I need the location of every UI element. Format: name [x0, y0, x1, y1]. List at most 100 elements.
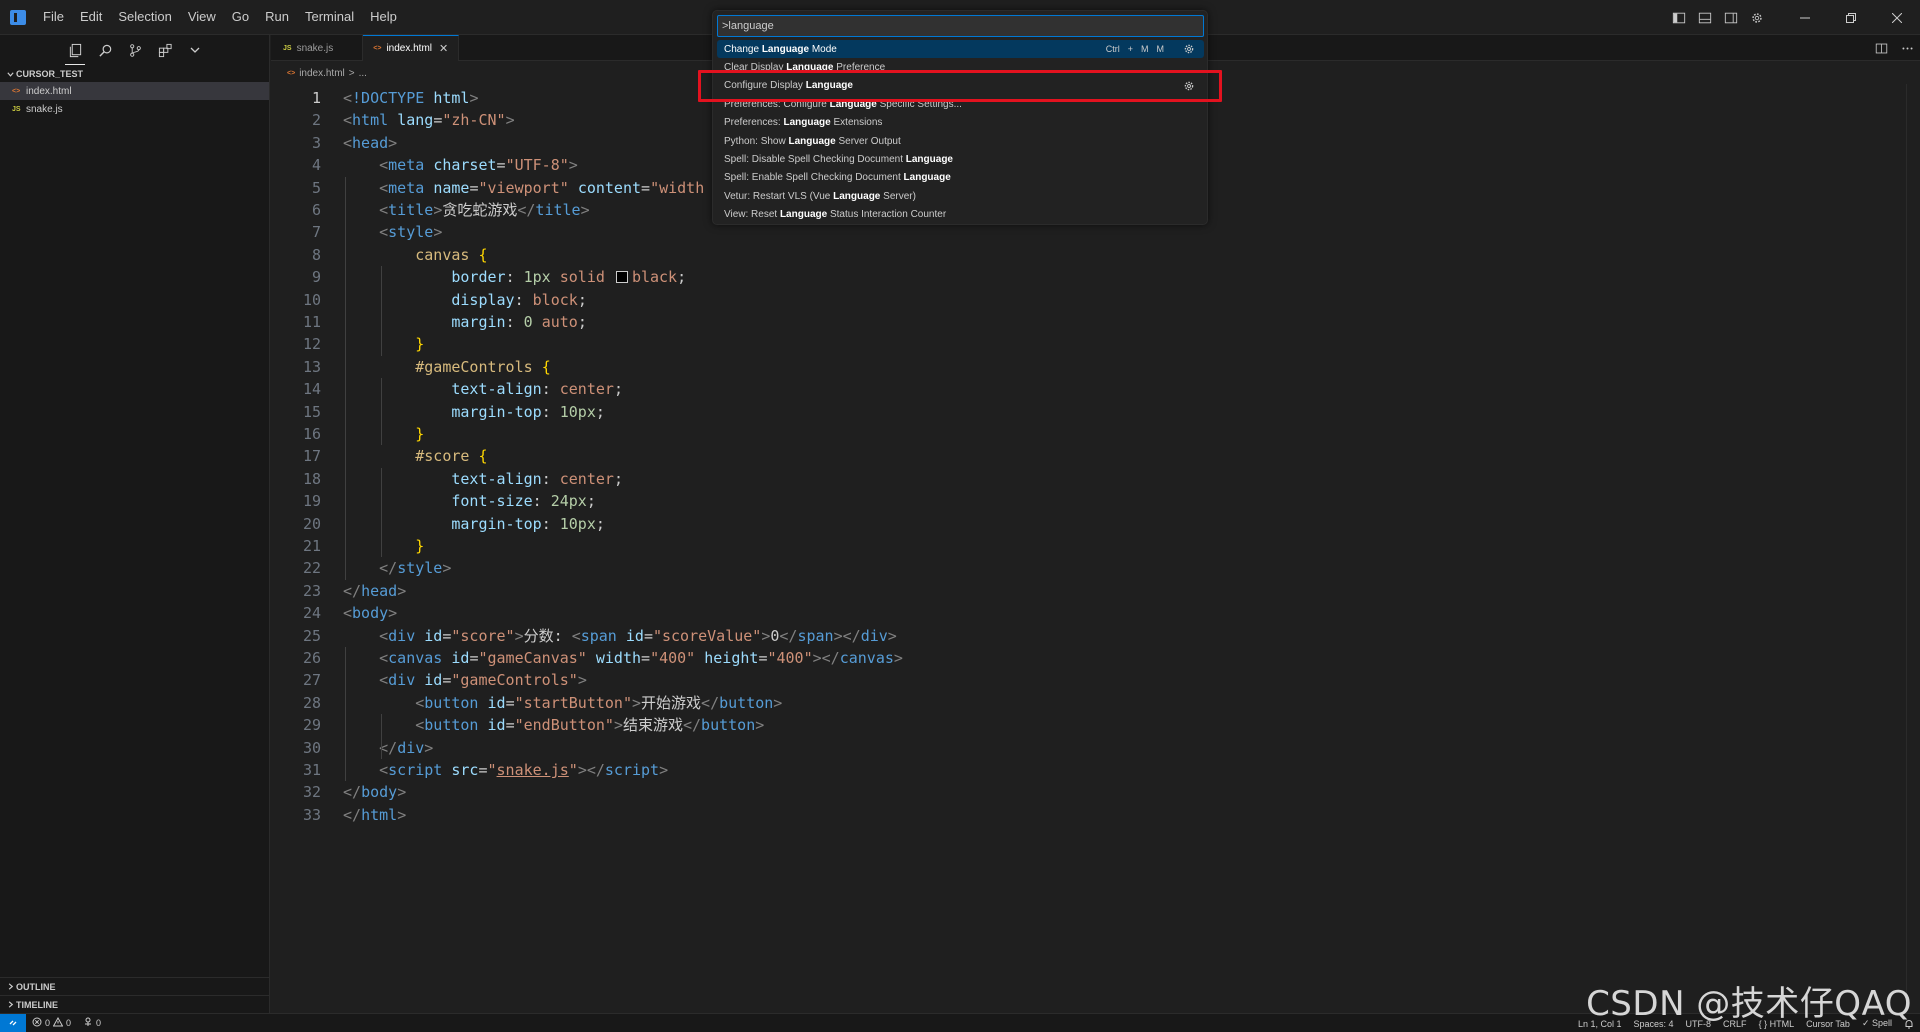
code-line[interactable]: 8 canvas {	[271, 244, 488, 266]
ports-status[interactable]: 0	[77, 1014, 107, 1032]
command-palette-item[interactable]: Clear Display Language Preference	[717, 58, 1204, 76]
indent-guide	[381, 467, 382, 558]
breadcrumb-rest[interactable]: ...	[359, 68, 367, 79]
line-number: 24	[302, 604, 321, 623]
line-number: 26	[302, 649, 321, 667]
command-palette-input[interactable]: >language	[717, 15, 1204, 37]
code-line[interactable]: 32 </body>	[271, 781, 406, 803]
code-line[interactable]: 5 <meta name="viewport" content="width	[271, 177, 704, 199]
code-line[interactable]: 22 </style>	[271, 557, 451, 579]
command-palette-item[interactable]: Spell: Enable Spell Checking Document La…	[717, 169, 1204, 187]
breadcrumb-file[interactable]: index.html	[299, 68, 345, 79]
more-actions-icon[interactable]	[1894, 31, 1920, 66]
code-line[interactable]: 2 <html lang="zh-CN">	[271, 109, 515, 131]
command-palette-item[interactable]: Python: Show Language Server Output	[717, 132, 1204, 150]
problems-status[interactable]: 0 0	[26, 1014, 77, 1032]
code-line[interactable]: 17 #score {	[271, 445, 488, 467]
command-palette-item[interactable]: Spell: Disable Spell Checking Document L…	[717, 150, 1204, 168]
explorer-sidebar: CURSOR_TEST <> index.html JS snake.js OUTLI…	[0, 35, 270, 1013]
toggle-primary-sidebar-icon[interactable]	[1666, 0, 1692, 35]
code-line[interactable]: 24 <body>	[271, 602, 397, 624]
explorer-files-icon[interactable]	[62, 37, 88, 65]
code-line[interactable]: 21 }	[271, 535, 424, 557]
extensions-icon[interactable]	[152, 37, 178, 63]
close-icon[interactable]: ✕	[439, 42, 448, 55]
toggle-panel-icon[interactable]	[1692, 0, 1718, 35]
settings-gear-icon[interactable]	[1744, 0, 1770, 35]
side-toolbar	[0, 35, 269, 65]
code-line[interactable]: 28 <button id="startButton">开始游戏</button…	[271, 692, 782, 714]
code-line[interactable]: 4 <meta charset="UTF-8">	[271, 154, 578, 176]
code-line[interactable]: 26 <canvas id="gameCanvas" width="400" h…	[271, 647, 903, 669]
code-line[interactable]: 9 border: 1px solid black;	[271, 266, 686, 288]
toggle-secondary-sidebar-icon[interactable]	[1718, 0, 1744, 35]
code-line[interactable]: 31 <script src="snake.js"></script>	[271, 759, 668, 781]
editor-scrollbar[interactable]	[1906, 84, 1920, 1013]
code-line[interactable]: 19 font-size: 24px;	[271, 490, 596, 512]
file-list: <> index.html JS snake.js	[0, 82, 269, 118]
line-number: 3	[311, 133, 321, 152]
menu-help[interactable]: Help	[362, 5, 405, 29]
command-palette-item[interactable]: Preferences: Language Extensions	[717, 114, 1204, 132]
tab-label: snake.js	[296, 42, 334, 54]
gear-icon[interactable]	[1182, 79, 1196, 93]
code-line[interactable]: 23 </head>	[271, 580, 406, 602]
chevron-down-icon[interactable]	[182, 37, 208, 63]
tab-snake-js[interactable]: JS snake.js	[271, 35, 364, 61]
code-line[interactable]: 12 }	[271, 333, 424, 355]
file-item-snake-js[interactable]: JS snake.js	[0, 100, 269, 118]
menu-terminal[interactable]: Terminal	[297, 5, 362, 29]
code-line[interactable]: 25 <div id="score">分数: <span id="scoreVa…	[271, 625, 897, 647]
command-palette-item[interactable]: View: Reset Language Status Interaction …	[717, 206, 1204, 224]
code-line[interactable]: 20 margin-top: 10px;	[271, 513, 605, 535]
code-line[interactable]: 30 </div>	[271, 737, 433, 759]
code-line[interactable]: 7 <style>	[271, 221, 442, 243]
command-palette-item[interactable]: Change Language Mode Ctrl + M M	[717, 40, 1204, 59]
code-line[interactable]: 27 <div id="gameControls">	[271, 669, 587, 691]
code-line[interactable]: 16 }	[271, 423, 424, 445]
menu-go[interactable]: Go	[224, 5, 257, 29]
split-editor-icon[interactable]	[1868, 31, 1894, 66]
code-line[interactable]: 15 margin-top: 10px;	[271, 401, 605, 423]
command-palette-item[interactable]: Configure Display Language	[717, 77, 1204, 95]
code-line[interactable]: 6 <title>贪吃蛇游戏</title>	[271, 199, 590, 221]
code-line[interactable]: 18 text-align: center;	[271, 468, 623, 490]
code-line[interactable]: 1 <!DOCTYPE html>	[271, 87, 479, 109]
code-line[interactable]: 29 <button id="endButton">结束游戏</button>	[271, 714, 764, 736]
code-line[interactable]: 33 </html>	[271, 804, 406, 826]
minimize-button[interactable]	[1782, 0, 1828, 35]
command-palette-item[interactable]: Vetur: Restart VLS (Vue Language Server)	[717, 187, 1204, 205]
line-number: 29	[302, 716, 321, 735]
chevron-down-icon	[4, 68, 16, 80]
code-line[interactable]: 3 <head>	[271, 132, 397, 154]
line-number: 16	[302, 425, 321, 443]
code-text: <canvas id="gameCanvas" width="400" heig…	[379, 649, 903, 667]
color-swatch[interactable]	[615, 271, 628, 284]
menu-view[interactable]: View	[180, 5, 224, 29]
code-text: <button id="endButton">结束游戏</button>	[415, 716, 765, 735]
code-text: <meta charset="UTF-8">	[379, 156, 578, 175]
menu-file[interactable]: File	[35, 5, 72, 29]
source-control-icon[interactable]	[122, 37, 148, 63]
timeline-header[interactable]: TIMELINE	[0, 995, 269, 1013]
menu-run[interactable]: Run	[257, 5, 297, 29]
gear-icon[interactable]	[1182, 42, 1196, 56]
ports-count: 0	[96, 1018, 102, 1028]
code-line[interactable]: 14 text-align: center;	[271, 378, 623, 400]
search-icon[interactable]	[92, 37, 118, 63]
code-line[interactable]: 10 display: block;	[271, 289, 587, 311]
code-line[interactable]: 13 #gameControls {	[271, 356, 551, 378]
command-palette-item[interactable]: Preferences: Configure Language Specific…	[717, 95, 1204, 113]
file-item-index-html[interactable]: <> index.html	[0, 82, 269, 100]
outline-header[interactable]: OUTLINE	[0, 977, 269, 995]
code-line[interactable]: 11 margin: 0 auto;	[271, 311, 587, 333]
tab-index-html[interactable]: <> index.html ✕	[363, 35, 460, 61]
menu-selection[interactable]: Selection	[110, 5, 179, 29]
code-text: }	[415, 335, 425, 354]
menu-edit[interactable]: Edit	[72, 5, 110, 29]
line-number: 19	[302, 492, 321, 511]
remote-indicator-button[interactable]	[0, 1013, 26, 1032]
code-text: canvas {	[415, 245, 488, 264]
folder-header[interactable]: CURSOR_TEST	[0, 66, 269, 82]
file-name: snake.js	[26, 103, 63, 115]
